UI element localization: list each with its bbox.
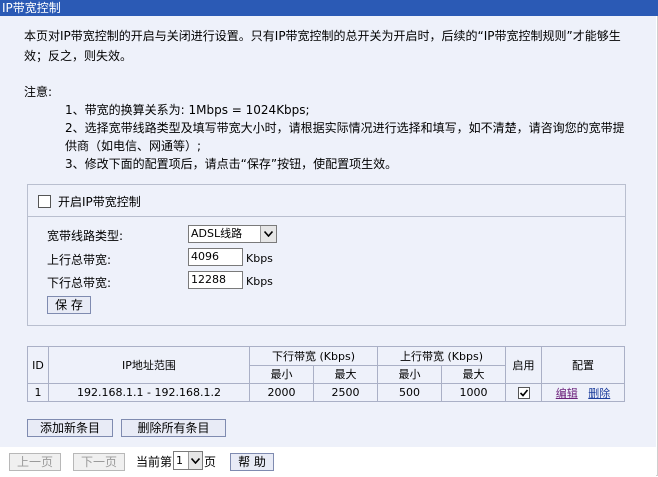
note-item: 1、带宽的换算关系为: 1Mbps = 1024Kbps;: [65, 103, 310, 117]
column-header-id: ID: [27, 346, 49, 384]
down-bandwidth-unit: Kbps: [246, 275, 273, 288]
check-icon: [519, 389, 528, 397]
pager-bar: 上一页 下一页 当前第 1 页 帮 助: [0, 447, 656, 477]
note-item: 2、选择宽带线路类型及填写带宽大小时，请根据实际情况进行选择和填写，如不清楚，请…: [65, 121, 625, 153]
up-bandwidth-unit: Kbps: [246, 252, 273, 265]
column-header-up-max: 最大: [441, 364, 506, 384]
chevron-down-icon[interactable]: [188, 452, 202, 469]
current-page-suffix: 页: [204, 455, 217, 469]
up-bandwidth-input[interactable]: 4096: [188, 248, 243, 266]
edit-link[interactable]: 编辑: [556, 387, 578, 400]
settings-panel: 开启IP带宽控制 宽带线路类型: ADSL线路 上行总带宽: 4096 Kbps…: [27, 184, 626, 326]
down-bandwidth-input[interactable]: 12288: [188, 271, 243, 289]
page-title: IP带宽控制: [2, 1, 61, 15]
enable-bandwidth-control-checkbox[interactable]: [38, 195, 51, 208]
notes-title: 注意:: [24, 85, 53, 99]
row-enable-checkbox[interactable]: [517, 387, 530, 399]
column-header-down-min: 最小: [249, 364, 314, 384]
line-type-value: ADSL线路: [191, 227, 243, 240]
row-config-cell: 编辑 删除: [541, 383, 625, 402]
add-entry-button[interactable]: 添加新条目: [27, 419, 113, 437]
column-header-up-min: 最小: [377, 364, 442, 384]
line-type-select[interactable]: ADSL线路: [188, 225, 277, 243]
bandwidth-rules-table: ID IP地址范围 下行带宽 (Kbps) 上行带宽 (Kbps) 启用 配置 …: [27, 346, 625, 402]
next-page-button[interactable]: 下一页: [73, 453, 125, 471]
down-bandwidth-label: 下行总带宽:: [47, 276, 112, 290]
panel-divider: [28, 216, 625, 217]
column-header-ip-range: IP地址范围: [48, 346, 250, 384]
page-description: 本页对IP带宽控制的开启与关闭进行设置。只有IP带宽控制的总开关为开启时，后续的…: [24, 29, 621, 63]
column-header-config: 配置: [541, 346, 625, 384]
column-header-enable: 启用: [505, 346, 542, 384]
row-down-max: 2500: [313, 383, 378, 402]
title-bar: IP带宽控制: [0, 0, 658, 16]
current-page-prefix: 当前第: [136, 455, 173, 469]
delete-all-entries-button[interactable]: 删除所有条目: [121, 419, 226, 437]
row-id: 1: [27, 383, 49, 402]
up-bandwidth-label: 上行总带宽:: [47, 253, 112, 267]
main-content: 本页对IP带宽控制的开启与关闭进行设置。只有IP带宽控制的总开关为开启时，后续的…: [0, 16, 656, 447]
chevron-down-icon[interactable]: [260, 226, 276, 242]
row-up-max: 1000: [441, 383, 506, 402]
delete-link[interactable]: 删除: [588, 387, 610, 400]
column-header-down-bandwidth: 下行带宽 (Kbps): [249, 346, 378, 366]
row-up-min: 500: [377, 383, 442, 402]
row-ip-range: 192.168.1.1 - 192.168.1.2: [48, 383, 250, 402]
column-header-down-max: 最大: [313, 364, 378, 384]
save-button[interactable]: 保 存: [47, 296, 91, 314]
page-number-select[interactable]: 1: [173, 451, 203, 470]
column-header-up-bandwidth: 上行带宽 (Kbps): [377, 346, 506, 366]
note-item: 3、修改下面的配置项后，请点击“保存”按钮，使配置项生效。: [65, 157, 398, 171]
line-type-label: 宽带线路类型:: [47, 229, 124, 243]
prev-page-button[interactable]: 上一页: [9, 453, 61, 471]
help-button[interactable]: 帮 助: [230, 453, 274, 471]
enable-bandwidth-control-label: 开启IP带宽控制: [58, 195, 141, 209]
row-enable-cell: [505, 383, 542, 402]
row-down-min: 2000: [249, 383, 314, 402]
table-row: 1 192.168.1.1 - 192.168.1.2 2000 2500 50…: [27, 383, 625, 402]
page-number-value: 1: [176, 454, 183, 467]
